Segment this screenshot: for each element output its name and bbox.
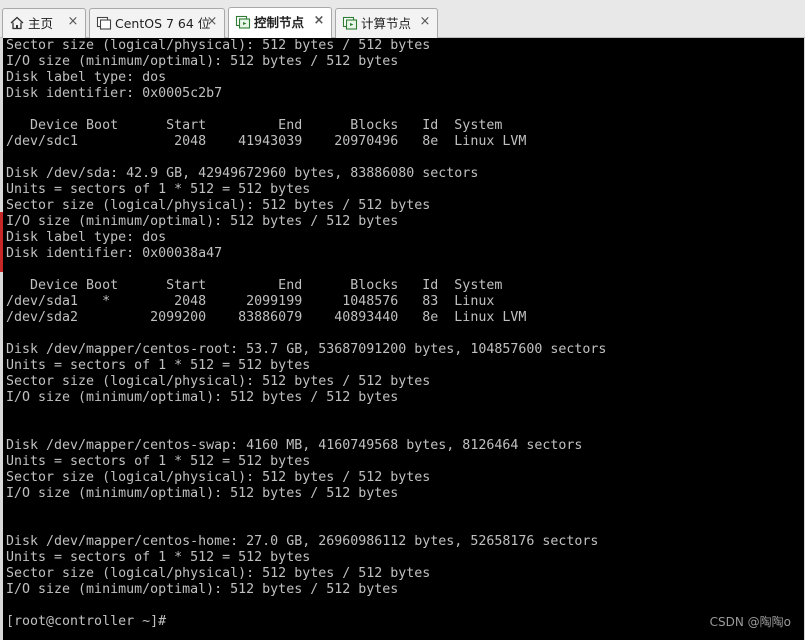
vmware-window: 主页 × CentOS 7 64 位 × 控制节点 × 计算节点 × Secto…: [0, 0, 805, 640]
tab-controller-node-label: 控制节点: [254, 15, 305, 30]
terminal-line: Device Boot Start End Blocks Id System: [6, 118, 503, 133]
vm-icon: [96, 16, 112, 30]
terminal-line: Disk /dev/mapper/centos-swap: 4160 MB, 4…: [6, 438, 583, 453]
terminal-output: Sector size (logical/physical): 512 byte…: [6, 38, 606, 630]
close-icon[interactable]: ×: [418, 15, 432, 29]
terminal-line: Disk /dev/mapper/centos-home: 27.0 GB, 2…: [6, 534, 599, 549]
terminal-line: Sector size (logical/physical): 512 byte…: [6, 38, 431, 53]
close-icon[interactable]: ×: [312, 14, 326, 28]
tab-centos-vm[interactable]: CentOS 7 64 位 ×: [89, 8, 225, 38]
terminal-line: Disk label type: dos: [6, 70, 167, 85]
close-icon[interactable]: ×: [205, 15, 219, 29]
terminal-line: Disk label type: dos: [6, 230, 167, 245]
terminal-line: [root@controller ~]#: [6, 614, 167, 629]
terminal-line: Disk identifier: 0x0005c2b7: [6, 86, 223, 101]
tab-controller-node[interactable]: 控制节点 ×: [228, 7, 332, 38]
terminal-line: Units = sectors of 1 * 512 = 512 bytes: [6, 550, 311, 565]
terminal-line: /dev/sda2 2099200 83886079 40893440 8e L…: [6, 310, 527, 325]
terminal-line: Units = sectors of 1 * 512 = 512 bytes: [6, 182, 311, 197]
tab-bar: 主页 × CentOS 7 64 位 × 控制节点 × 计算节点 ×: [0, 0, 805, 38]
close-icon[interactable]: ×: [66, 15, 80, 29]
terminal-line: Device Boot Start End Blocks Id System: [6, 278, 503, 293]
terminal-line: /dev/sdc1 2048 41943039 20970496 8e Linu…: [6, 134, 527, 149]
terminal-line: I/O size (minimum/optimal): 512 bytes / …: [6, 54, 399, 69]
terminal-console[interactable]: Sector size (logical/physical): 512 byte…: [0, 38, 805, 640]
terminal-line: I/O size (minimum/optimal): 512 bytes / …: [6, 214, 399, 229]
terminal-line: Sector size (logical/physical): 512 byte…: [6, 374, 431, 389]
vm-icon: [342, 16, 358, 30]
terminal-line: Sector size (logical/physical): 512 byte…: [6, 566, 431, 581]
terminal-line: Disk /dev/sda: 42.9 GB, 42949672960 byte…: [6, 166, 479, 181]
tab-home[interactable]: 主页 ×: [2, 8, 86, 38]
terminal-line: I/O size (minimum/optimal): 512 bytes / …: [6, 582, 399, 597]
terminal-line: Units = sectors of 1 * 512 = 512 bytes: [6, 454, 311, 469]
tab-compute-node-label: 计算节点: [361, 16, 412, 31]
terminal-line: Sector size (logical/physical): 512 byte…: [6, 198, 431, 213]
watermark: CSDN @陶陶o: [709, 615, 791, 629]
window-edge-indicator: [0, 212, 3, 272]
terminal-line: I/O size (minimum/optimal): 512 bytes / …: [6, 390, 399, 405]
home-icon: [10, 16, 24, 30]
terminal-line: I/O size (minimum/optimal): 512 bytes / …: [6, 486, 399, 501]
vm-icon: [235, 15, 251, 29]
tab-centos-vm-label: CentOS 7 64 位: [115, 16, 211, 31]
terminal-line: Sector size (logical/physical): 512 byte…: [6, 470, 431, 485]
terminal-line: /dev/sda1 * 2048 2099199 1048576 83 Linu…: [6, 294, 495, 309]
terminal-line: Units = sectors of 1 * 512 = 512 bytes: [6, 358, 311, 373]
tab-home-label: 主页: [28, 16, 54, 31]
terminal-line: Disk /dev/mapper/centos-root: 53.7 GB, 5…: [6, 342, 607, 357]
terminal-line: Disk identifier: 0x00038a47: [6, 246, 223, 261]
tab-compute-node[interactable]: 计算节点 ×: [335, 8, 438, 38]
